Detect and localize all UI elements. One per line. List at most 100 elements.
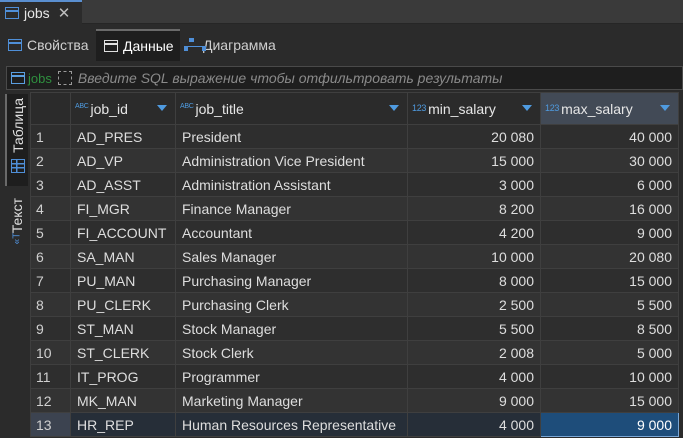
max-salary-cell[interactable]: 20 080 <box>540 244 679 269</box>
tab-diagram[interactable]: Диаграмма <box>176 29 282 61</box>
column-header-label: min_salary <box>428 100 496 117</box>
filter-input[interactable]: Введите SQL выражение чтобы отфильтроват… <box>78 70 503 86</box>
row-number-cell[interactable]: 13 <box>30 412 71 437</box>
sort-icon[interactable] <box>660 105 670 111</box>
job-id-cell[interactable]: IT_PROG <box>70 364 176 389</box>
max-salary-cell[interactable]: 5 500 <box>540 292 679 317</box>
row-number-cell[interactable]: 1 <box>30 124 71 149</box>
table-row[interactable]: 8 PU_CLERK Purchasing Clerk 2 500 5 500 <box>30 292 679 317</box>
min-salary-cell[interactable]: 15 000 <box>407 148 541 173</box>
job-id-cell[interactable]: ST_CLERK <box>70 340 176 365</box>
table-row[interactable]: 3 AD_ASST Administration Assistant 3 000 6 0… <box>30 172 679 197</box>
max-salary-cell[interactable]: 9 000 <box>540 220 679 245</box>
job-id-cell[interactable]: HR_REP <box>70 412 176 437</box>
column-header-job-id[interactable]: ABC job_id <box>70 92 176 125</box>
close-icon[interactable]: ✕ <box>58 6 71 21</box>
table-row[interactable]: 6 SA_MAN Sales Manager 10 000 20 080 <box>30 244 679 269</box>
min-salary-cell[interactable]: 4 200 <box>407 220 541 245</box>
row-number-cell[interactable]: 7 <box>30 268 71 293</box>
row-number-cell[interactable]: 9 <box>30 316 71 341</box>
row-number-cell[interactable]: 3 <box>30 172 71 197</box>
row-number-cell[interactable]: 2 <box>30 148 71 173</box>
min-salary-cell[interactable]: 5 500 <box>407 316 541 341</box>
table-row[interactable]: 11 IT_PROG Programmer 4 000 10 000 <box>30 364 679 389</box>
job-title-cell[interactable]: Accountant <box>175 220 408 245</box>
max-salary-cell[interactable]: 9 000 <box>540 412 679 437</box>
min-salary-cell[interactable]: 2 008 <box>407 340 541 365</box>
sort-icon[interactable] <box>522 105 532 111</box>
max-salary-cell[interactable]: 5 000 <box>540 340 679 365</box>
max-salary-cell[interactable]: 8 500 <box>540 316 679 341</box>
table-row[interactable]: 5 FI_ACCOUNT Accountant 4 200 9 000 <box>30 220 679 245</box>
job-id-cell[interactable]: ST_MAN <box>70 316 176 341</box>
sort-icon[interactable] <box>157 105 167 111</box>
job-id-cell[interactable]: SA_MAN <box>70 244 176 269</box>
row-number-cell[interactable]: 6 <box>30 244 71 269</box>
max-salary-cell[interactable]: 16 000 <box>540 196 679 221</box>
min-salary-cell[interactable]: 4 000 <box>407 412 541 437</box>
job-title-cell[interactable]: Stock Manager <box>175 316 408 341</box>
min-salary-cell[interactable]: 3 000 <box>407 172 541 197</box>
job-title-cell[interactable]: Administration Vice President <box>175 148 408 173</box>
job-id-cell[interactable]: AD_PRES <box>70 124 176 149</box>
max-salary-cell[interactable]: 30 000 <box>540 148 679 173</box>
view-mode-panel: Таблица Текст «T <box>0 92 30 438</box>
job-id-cell[interactable]: PU_MAN <box>70 268 176 293</box>
max-salary-cell[interactable]: 10 000 <box>540 364 679 389</box>
tab-data[interactable]: Данные <box>96 29 180 61</box>
job-id-cell[interactable]: AD_ASST <box>70 172 176 197</box>
table-row[interactable]: 4 FI_MGR Finance Manager 8 200 16 000 <box>30 196 679 221</box>
max-salary-cell[interactable]: 15 000 <box>540 268 679 293</box>
min-salary-cell[interactable]: 20 080 <box>407 124 541 149</box>
table-row[interactable]: 13 HR_REP Human Resources Representative 4 … <box>30 412 679 437</box>
tab-properties[interactable]: Свойства <box>0 29 94 61</box>
min-salary-cell[interactable]: 8 200 <box>407 196 541 221</box>
min-salary-cell[interactable]: 8 000 <box>407 268 541 293</box>
column-header-max-salary[interactable]: 123 max_salary <box>540 92 679 125</box>
row-number-cell[interactable]: 10 <box>30 340 71 365</box>
corner-cell[interactable] <box>30 92 71 125</box>
job-id-cell[interactable]: FI_ACCOUNT <box>70 220 176 245</box>
max-salary-cell[interactable]: 40 000 <box>540 124 679 149</box>
job-title-cell[interactable]: President <box>175 124 408 149</box>
min-salary-cell[interactable]: 4 000 <box>407 364 541 389</box>
expand-filter-icon[interactable] <box>57 71 72 85</box>
job-title-cell[interactable]: Programmer <box>175 364 408 389</box>
job-title-cell[interactable]: Marketing Manager <box>175 388 408 413</box>
table-row[interactable]: 7 PU_MAN Purchasing Manager 8 000 15 000 <box>30 268 679 293</box>
job-title-cell[interactable]: Administration Assistant <box>175 172 408 197</box>
row-number-cell[interactable]: 5 <box>30 220 71 245</box>
min-salary-cell[interactable]: 9 000 <box>407 388 541 413</box>
row-number-cell[interactable]: 12 <box>30 388 71 413</box>
column-header-job-title[interactable]: ABC job_title <box>175 92 408 125</box>
job-title-cell[interactable]: Human Resources Representative <box>175 412 408 437</box>
min-salary-cell[interactable]: 10 000 <box>407 244 541 269</box>
job-title-cell[interactable]: Purchasing Manager <box>175 268 408 293</box>
table-row[interactable]: 9 ST_MAN Stock Manager 5 500 8 500 <box>30 316 679 341</box>
job-title-cell[interactable]: Purchasing Clerk <box>175 292 408 317</box>
job-id-cell[interactable]: FI_MGR <box>70 196 176 221</box>
max-salary-cell[interactable]: 15 000 <box>540 388 679 413</box>
job-id-cell[interactable]: AD_VP <box>70 148 176 173</box>
row-number-cell[interactable]: 4 <box>30 196 71 221</box>
job-title-cell[interactable]: Sales Manager <box>175 244 408 269</box>
filter-bar[interactable]: jobs Введите SQL выражение чтобы отфильт… <box>6 66 683 90</box>
table-row[interactable]: 12 MK_MAN Marketing Manager 9 000 15 000 <box>30 388 679 413</box>
min-salary-cell[interactable]: 2 500 <box>407 292 541 317</box>
tab-table-view[interactable]: Таблица <box>5 94 28 186</box>
job-title-cell[interactable]: Stock Clerk <box>175 340 408 365</box>
max-salary-cell[interactable]: 6 000 <box>540 172 679 197</box>
table-row[interactable]: 10 ST_CLERK Stock Clerk 2 008 5 000 <box>30 340 679 365</box>
table-row[interactable]: 1 AD_PRES President 20 080 40 000 <box>30 124 679 149</box>
row-number-cell[interactable]: 8 <box>30 292 71 317</box>
filter-table-name: jobs <box>28 70 52 86</box>
row-number-cell[interactable]: 11 <box>30 364 71 389</box>
job-title-cell[interactable]: Finance Manager <box>175 196 408 221</box>
column-header-min-salary[interactable]: 123 min_salary <box>407 92 541 125</box>
table-row[interactable]: 2 AD_VP Administration Vice President 15 00… <box>30 148 679 173</box>
sort-icon[interactable] <box>389 105 399 111</box>
job-id-cell[interactable]: MK_MAN <box>70 388 176 413</box>
tab-text-view[interactable]: Текст «T <box>5 198 28 260</box>
editor-tab-jobs[interactable]: jobs ✕ <box>0 0 82 24</box>
job-id-cell[interactable]: PU_CLERK <box>70 292 176 317</box>
